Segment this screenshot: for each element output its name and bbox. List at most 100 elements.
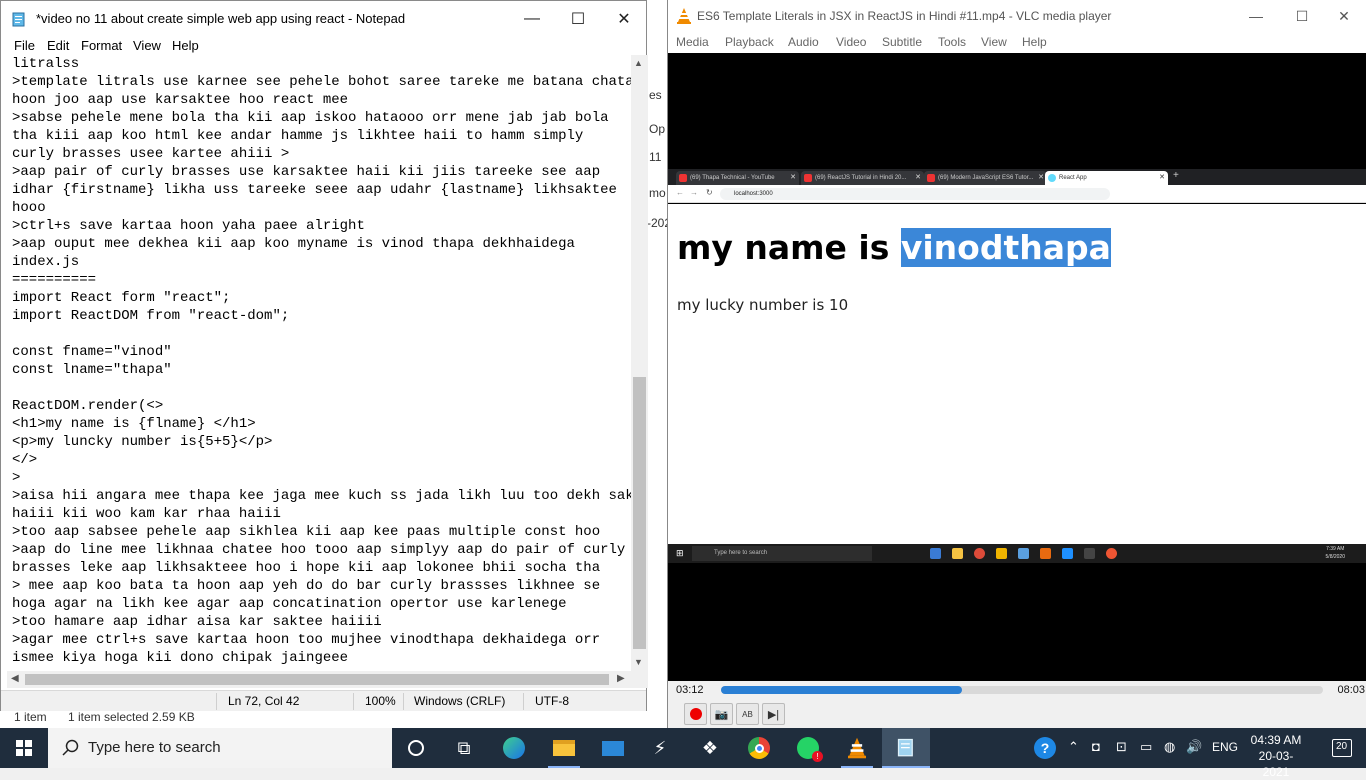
text-line: hooo	[12, 200, 46, 216]
task-view-button[interactable]: ⧉	[440, 728, 488, 768]
scrollbar-corner	[631, 671, 648, 688]
vlc-menu-playback[interactable]: Playback	[725, 35, 774, 49]
help-icon[interactable]: ?	[1034, 737, 1056, 759]
vlc-menu-view[interactable]: View	[981, 35, 1007, 49]
vlc-close-button[interactable]: ✕	[1321, 0, 1366, 32]
page-paragraph: my lucky number is 10	[677, 296, 849, 314]
notepad-statusbar: Ln 72, Col 42 100% Windows (CRLF) UTF-8	[1, 690, 646, 711]
chevron-up-icon[interactable]: ⌃	[1068, 739, 1079, 755]
taskbar-winamp[interactable]: ⚡	[636, 728, 684, 768]
menu-edit[interactable]: Edit	[47, 38, 69, 53]
taskbar-whatsapp[interactable]: !	[784, 728, 832, 768]
vlc-maximize-button[interactable]: ☐	[1279, 0, 1325, 32]
zoom-level: 100%	[365, 694, 396, 708]
divider	[353, 693, 354, 710]
taskbar-chrome[interactable]	[735, 728, 783, 768]
vertical-scrollbar[interactable]: ▲ ▼	[631, 55, 648, 671]
scrollbar-thumb[interactable]	[633, 377, 646, 649]
seek-progress	[721, 686, 962, 694]
language-indicator[interactable]: ENG	[1212, 740, 1238, 754]
menu-help[interactable]: Help	[172, 38, 199, 53]
taskbar-dropbox[interactable]: ❖	[686, 728, 734, 768]
menu-file[interactable]: File	[14, 38, 35, 53]
new-tab-icon: +	[1173, 170, 1179, 181]
vlc-video-area[interactable]: (69) Thapa Technical - YouTube ✕ (69) Rea…	[668, 53, 1366, 681]
app-icon	[1018, 548, 1029, 559]
heading-text: my name is	[677, 228, 901, 267]
scrollbar-thumb[interactable]	[25, 674, 609, 685]
camera-tray-icon[interactable]: ◘	[1092, 739, 1100, 754]
notepad-titlebar[interactable]: *video no 11 about create simple web app…	[1, 1, 646, 37]
back-icon: ←	[676, 188, 684, 197]
react-icon	[1048, 174, 1056, 182]
seek-slider[interactable]	[721, 686, 1323, 694]
clock-time: 04:39 AM	[1250, 733, 1302, 747]
text-line: >too hamare aap idhar aisa kar saktee ha…	[12, 614, 382, 630]
battery-icon[interactable]: ▭	[1140, 739, 1152, 755]
vlc-menu-help[interactable]: Help	[1022, 35, 1047, 49]
text-line: >aisa hii angara mee thapa kee jaga mee …	[12, 488, 631, 504]
loop-ab-button[interactable]: AB	[736, 703, 759, 725]
text-line: hoga agar na likh kee agar aap concatina…	[12, 596, 567, 612]
browser-tabstrip: (69) Thapa Technical - YouTube ✕ (69) Rea…	[668, 169, 1366, 185]
vlc-seekbar-row: 03:12 08:03	[668, 681, 1366, 701]
forward-icon: →	[690, 188, 698, 197]
text-line: >template litrals use karnee see pehele …	[12, 74, 631, 90]
vlc-menu-subtitle[interactable]: Subtitle	[882, 35, 922, 49]
maximize-button[interactable]: ☐	[555, 1, 601, 37]
record-button[interactable]	[684, 703, 707, 725]
vlc-minimize-button[interactable]: —	[1233, 0, 1279, 32]
taskbar-edge[interactable]	[490, 728, 538, 768]
cortana-button[interactable]	[392, 728, 440, 768]
notepad-menubar: File Edit Format View Help	[1, 37, 646, 55]
horizontal-scrollbar[interactable]: ◀ ▶	[7, 671, 631, 688]
vlc-titlebar[interactable]: ES6 Template Literals in JSX in ReactJS …	[668, 0, 1366, 32]
volume-icon[interactable]: 🔊	[1186, 739, 1202, 755]
frame-step-button[interactable]: ▶|	[762, 703, 785, 725]
taskbar-notepad[interactable]	[882, 728, 930, 768]
browser-tab-active: React App ✕	[1045, 171, 1168, 185]
start-button[interactable]	[0, 728, 48, 768]
notepad-title: *video no 11 about create simple web app…	[36, 11, 406, 26]
scroll-down-icon[interactable]: ▼	[634, 657, 643, 667]
taskbar-file-explorer[interactable]	[540, 728, 588, 768]
vlc-menu-tools[interactable]: Tools	[938, 35, 966, 49]
text-line: curly brasses usee kartee ahiii >	[12, 146, 290, 162]
encoding: UTF-8	[535, 694, 569, 708]
vlc-menu-media[interactable]: Media	[676, 35, 709, 49]
close-button[interactable]: ✕	[601, 1, 647, 37]
search-icon	[62, 739, 79, 756]
menu-format[interactable]: Format	[81, 38, 122, 53]
cursor-position: Ln 72, Col 42	[228, 694, 300, 708]
snapshot-button[interactable]: 📷	[710, 703, 733, 725]
elapsed-time: 03:12	[676, 684, 704, 696]
notepad-text-area[interactable]: litralss >template litrals use karnee see…	[7, 55, 631, 671]
scroll-up-icon[interactable]: ▲	[634, 58, 643, 68]
explorer-partial-label: Op	[649, 122, 666, 136]
youtube-icon	[927, 174, 935, 182]
notification-icon: 20	[1332, 739, 1352, 757]
taskbar-mail[interactable]	[589, 728, 637, 768]
vlc-menu-video[interactable]: Video	[836, 35, 866, 49]
network-icon[interactable]: ◍	[1164, 739, 1175, 755]
taskbar-search-placeholder: Type here to search	[88, 739, 221, 756]
app-icon	[1040, 548, 1051, 559]
taskbar-search-box[interactable]: Type here to search	[48, 728, 392, 768]
video-search-text: Type here to search	[714, 550, 768, 556]
menu-view[interactable]: View	[133, 38, 161, 53]
vlc-menu-audio[interactable]: Audio	[788, 35, 819, 49]
system-clock[interactable]: 04:39 AM 20-03-2021	[1246, 732, 1306, 780]
taskbar-vlc[interactable]	[833, 728, 881, 768]
text-line: import ReactDOM from "react-dom";	[12, 308, 290, 324]
text-line: ==========	[12, 272, 97, 288]
notepad-window: *video no 11 about create simple web app…	[0, 0, 648, 711]
scroll-left-icon[interactable]: ◀	[11, 673, 19, 684]
minimize-button[interactable]: —	[509, 1, 555, 37]
camera-icon: 📷	[714, 708, 729, 721]
notepad-icon	[12, 12, 25, 27]
divider	[523, 693, 524, 710]
action-center-button[interactable]: 20	[1318, 728, 1366, 768]
tray-app-icon[interactable]: ⊡	[1116, 739, 1127, 755]
text-line: </>	[12, 452, 38, 468]
scroll-right-icon[interactable]: ▶	[617, 673, 625, 684]
